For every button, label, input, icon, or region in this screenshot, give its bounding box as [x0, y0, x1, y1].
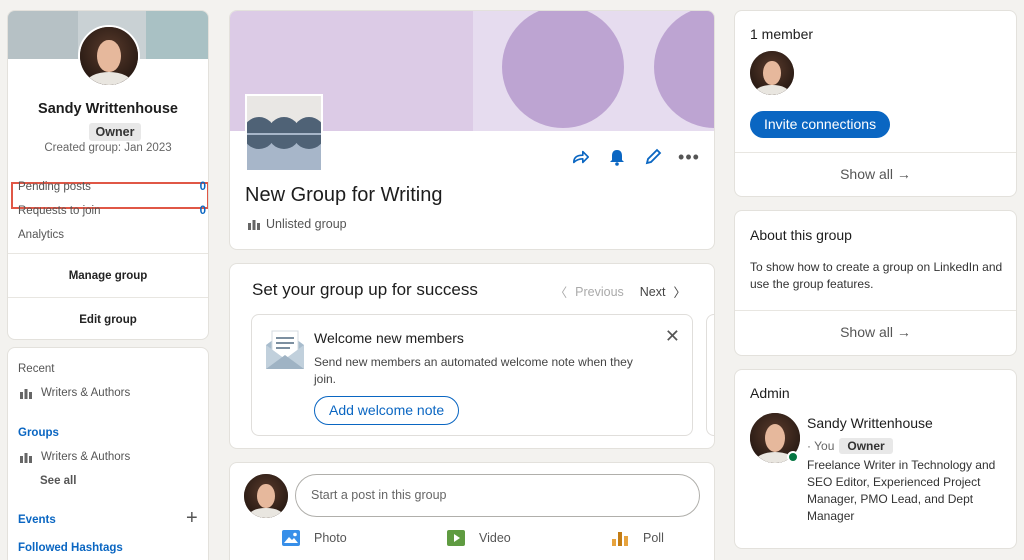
see-all-groups-link[interactable]: See all [40, 475, 76, 487]
manage-group-button[interactable]: Manage group [8, 270, 208, 282]
setup-title: Set your group up for success [252, 280, 478, 299]
video-label: Video [479, 531, 511, 545]
previous-label: Previous [575, 284, 624, 299]
groups-item-writers-authors[interactable]: Writers & Authors [20, 451, 130, 463]
created-date: Created group: Jan 2023 [44, 142, 172, 154]
video-button[interactable]: Video [447, 530, 511, 546]
more-options-icon[interactable]: ••• [678, 147, 699, 167]
composer-avatar[interactable] [244, 474, 288, 518]
divider [735, 152, 1016, 153]
photo-button[interactable]: Photo [282, 530, 347, 546]
envelope-icon [264, 327, 306, 376]
admin-role: · You Owner [807, 438, 893, 454]
pending-posts-link[interactable]: Pending posts 0 [18, 181, 206, 193]
recent-item-label: Writers & Authors [41, 387, 131, 399]
members-show-all-button[interactable]: Show all → [735, 166, 1016, 182]
analytics-label: Analytics [18, 229, 65, 241]
groups-heading[interactable]: Groups [18, 427, 59, 439]
admin-name[interactable]: Sandy Writtenhouse [807, 415, 933, 431]
group-logo[interactable] [245, 94, 323, 172]
requests-to-join-link[interactable]: Requests to join 0 [18, 205, 206, 217]
previous-button[interactable]: 〈 Previous [555, 282, 624, 301]
divider [8, 253, 208, 254]
group-title: New Group for Writing [245, 184, 443, 206]
visibility-label: Unlisted group [266, 217, 347, 231]
photo-icon [282, 530, 300, 546]
edit-group-button[interactable]: Edit group [8, 314, 208, 326]
requests-count: 0 [199, 205, 206, 217]
recent-item-writers-authors[interactable]: Writers & Authors [20, 387, 130, 399]
about-group-card: About this group To show how to create a… [734, 210, 1017, 356]
group-icon [20, 389, 32, 399]
post-composer-card: Start a post in this group Photo Video P… [229, 462, 715, 560]
about-show-all-button[interactable]: Show all → [735, 324, 1016, 340]
group-visibility: Unlisted group [248, 217, 347, 231]
profile-name[interactable]: Sandy Writtenhouse [8, 101, 208, 117]
admin-headline: Freelance Writer in Technology and SEO E… [807, 458, 996, 523]
next-card-peek [706, 314, 714, 436]
poll-icon [612, 532, 628, 546]
next-label: Next [639, 284, 666, 299]
welcome-title: Welcome new members [314, 330, 464, 346]
recent-heading: Recent [18, 363, 55, 375]
video-icon [447, 530, 465, 546]
pending-posts-label: Pending posts [18, 181, 91, 193]
members-card: 1 member Invite connections Show all → [734, 10, 1017, 197]
add-welcome-note-button[interactable]: Add welcome note [314, 396, 460, 425]
chevron-left-icon: 〈 [554, 286, 568, 300]
photo-label: Photo [314, 531, 347, 545]
requests-label: Requests to join [18, 205, 101, 217]
share-icon[interactable] [572, 148, 590, 166]
profile-avatar[interactable] [78, 25, 140, 87]
poll-label: Poll [643, 531, 664, 545]
add-event-icon[interactable]: + [186, 508, 198, 528]
admin-title: Admin [750, 385, 790, 401]
admin-owner-badge: Owner [839, 438, 893, 454]
you-label: · You [807, 439, 835, 453]
group-header-card: ••• New Group for Writing Unlisted group [229, 10, 715, 250]
online-status-indicator [787, 451, 799, 463]
pending-posts-count: 0 [199, 181, 206, 193]
group-owner-card: Sandy Writtenhouse Owner Created group: … [7, 10, 209, 340]
setup-success-card: Set your group up for success 〈 Previous… [229, 263, 715, 449]
group-icon [248, 220, 260, 230]
poll-button[interactable]: Poll [611, 530, 664, 546]
close-icon[interactable]: ✕ [665, 327, 680, 345]
group-actions: ••• [572, 147, 699, 167]
welcome-members-card: Welcome new members Send new members an … [251, 314, 693, 436]
invite-connections-button[interactable]: Invite connections [750, 111, 891, 138]
next-button[interactable]: Next 〉 [640, 282, 686, 301]
divider [735, 310, 1016, 311]
member-avatar[interactable] [750, 51, 794, 95]
edit-pencil-icon[interactable] [644, 148, 662, 166]
start-post-input[interactable]: Start a post in this group [295, 474, 700, 517]
chevron-right-icon: 〉 [673, 286, 686, 300]
owner-badge: Owner [89, 123, 141, 141]
events-heading[interactable]: Events [18, 514, 56, 526]
about-description: To show how to create a group on LinkedI… [750, 260, 1003, 291]
carousel-pager: 〈 Previous Next 〉 [555, 282, 686, 301]
about-title: About this group [750, 227, 852, 243]
analytics-link[interactable]: Analytics [18, 229, 206, 241]
notification-bell-icon[interactable] [608, 148, 626, 166]
welcome-description: Send new members an automated welcome no… [314, 355, 633, 386]
followed-hashtags-heading[interactable]: Followed Hashtags [18, 542, 123, 554]
member-count: 1 member [750, 26, 814, 42]
admin-card: Admin Sandy Writtenhouse · You Owner Fre… [734, 369, 1017, 549]
groups-item-label: Writers & Authors [41, 451, 131, 463]
group-icon [20, 453, 32, 463]
left-nav-card: Recent Writers & Authors Groups Writers … [7, 347, 209, 560]
divider [8, 297, 208, 298]
